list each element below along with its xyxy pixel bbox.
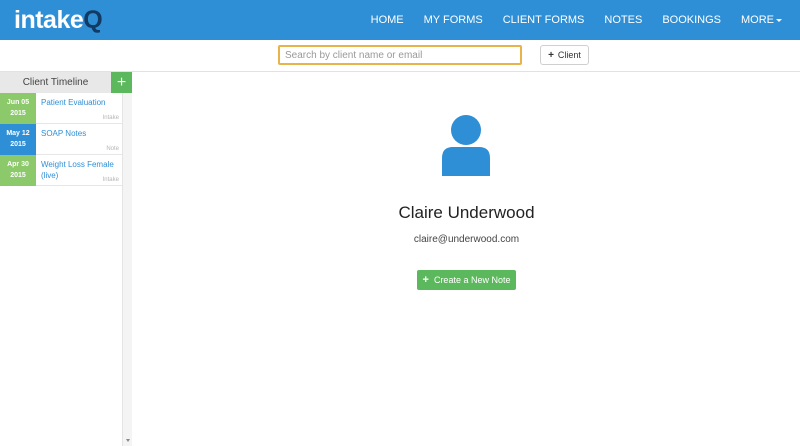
timeline-list: Jun 05 2015 Patient Evaluation Intake Ma… — [0, 93, 122, 186]
add-client-button[interactable]: + Client — [540, 45, 589, 65]
client-timeline-sidebar: Client Timeline + Jun 05 2015 Patient Ev… — [0, 72, 132, 446]
user-icon — [442, 115, 490, 176]
top-navbar: intake Q HOME MY FORMS CLIENT FORMS NOTES… — [0, 0, 800, 40]
intakeq-logo[interactable]: intake Q — [14, 4, 103, 36]
timeline-date-day: May 12 — [6, 130, 30, 137]
client-name: Claire Underwood — [398, 203, 535, 222]
timeline-header: Client Timeline + — [0, 72, 132, 93]
search-toolbar: + Client — [0, 40, 800, 72]
plus-icon: + — [116, 74, 127, 91]
add-timeline-entry-button[interactable]: + — [111, 72, 132, 93]
timeline-title: Client Timeline — [22, 77, 89, 88]
timeline-date-day: Jun 05 — [6, 99, 30, 106]
timeline-date-year: 2015 — [10, 141, 26, 148]
caret-down-icon — [776, 18, 782, 22]
timeline-item-title[interactable]: Patient Evaluation — [41, 97, 119, 108]
timeline-item-type: Intake — [102, 177, 119, 183]
avatar-head — [451, 115, 481, 145]
timeline-date-year: 2015 — [10, 110, 26, 117]
plus-icon: + — [548, 49, 554, 61]
timeline-item-title[interactable]: SOAP Notes — [41, 128, 119, 139]
nav-home[interactable]: HOME — [371, 14, 404, 26]
logo-text-suffix: Q — [83, 5, 103, 34]
scroll-down-arrow-icon[interactable] — [126, 439, 130, 442]
client-detail-panel: Claire Underwood claire@underwood.com + … — [133, 72, 800, 446]
client-email: claire@underwood.com — [413, 234, 520, 245]
nav-more-label: MORE — [741, 14, 774, 26]
main-nav: HOME MY FORMS CLIENT FORMS NOTES BOOKING… — [371, 0, 800, 40]
nav-bookings[interactable]: BOOKINGS — [662, 14, 721, 26]
avatar-body — [442, 147, 490, 176]
timeline-item-type: Note — [106, 146, 119, 152]
add-client-label: Client — [557, 50, 581, 60]
timeline-item[interactable]: Apr 30 2015 Weight Loss Female (live) In… — [0, 155, 122, 186]
timeline-item[interactable]: May 12 2015 SOAP Notes Note — [0, 124, 122, 155]
timeline-date-year: 2015 — [10, 172, 26, 179]
create-note-label: Create a New Note — [433, 275, 511, 285]
nav-notes[interactable]: NOTES — [604, 14, 642, 26]
timeline-item[interactable]: Jun 05 2015 Patient Evaluation Intake — [0, 93, 122, 124]
timeline-item-date: Apr 30 2015 — [0, 155, 36, 186]
nav-my-forms[interactable]: MY FORMS — [424, 14, 483, 26]
client-search-input[interactable] — [278, 45, 522, 65]
plus-icon: + — [422, 274, 429, 286]
timeline-item-type: Intake — [102, 115, 119, 121]
sidebar-scrollbar[interactable] — [122, 93, 132, 446]
logo-text-prefix: intake — [14, 5, 84, 34]
timeline-date-day: Apr 30 — [7, 161, 29, 168]
timeline-item-date: May 12 2015 — [0, 124, 36, 155]
timeline-item-date: Jun 05 2015 — [0, 93, 36, 124]
nav-more-dropdown[interactable]: MORE — [741, 14, 782, 26]
nav-client-forms[interactable]: CLIENT FORMS — [503, 14, 585, 26]
create-new-note-button[interactable]: + Create a New Note — [417, 270, 516, 290]
